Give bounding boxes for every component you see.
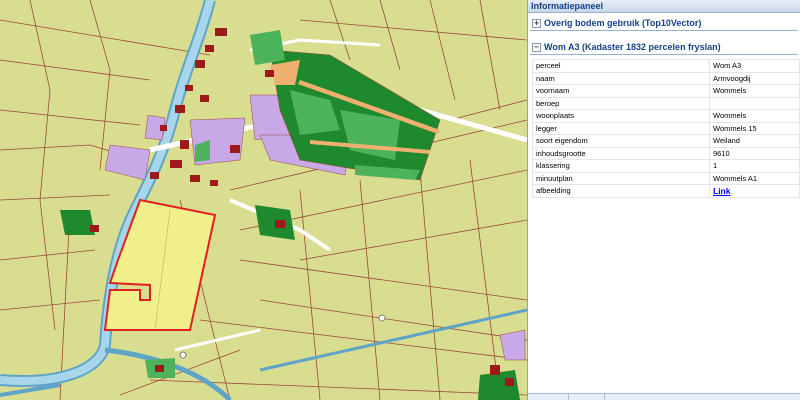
attribute-value (709, 96, 800, 110)
map-view[interactable] (0, 0, 527, 400)
attribute-value: Wommels 15 (709, 121, 800, 135)
attribute-row: minuutplan Wommels A1 (532, 171, 800, 185)
map-marker (179, 351, 187, 359)
attribute-row: naam Armvoogdij (532, 71, 800, 85)
attribute-table: perceel Wom A3 naam Armvoogdij voornaam Womme… (532, 59, 800, 198)
attribute-key: klassering (532, 159, 710, 173)
attribute-row: soort eigendom Weiland (532, 134, 800, 148)
attribute-row: inhoudsgrootte 9610 (532, 146, 800, 160)
info-panel: Informatiepaneel + Overig bodem gebruik … (527, 0, 800, 400)
attribute-value: Wommels (709, 84, 800, 98)
plus-icon[interactable]: + (532, 18, 541, 28)
attribute-value: Armvoogdij (709, 71, 800, 85)
attribute-row: legger Wommels 15 (532, 121, 800, 135)
map-canvas[interactable] (0, 0, 527, 400)
attribute-key: voornaam (532, 84, 710, 98)
attribute-key: beroep (532, 96, 710, 110)
section-kadaster[interactable]: − Wom A3 (Kadaster 1832 percelen fryslan… (530, 40, 800, 198)
section-top10vector[interactable]: + Overig bodem gebruik (Top10Vector) (530, 16, 798, 37)
bottom-tab[interactable] (604, 394, 639, 400)
attribute-value: 9610 (709, 146, 800, 160)
attribute-row: klassering 1 (532, 159, 800, 173)
attribute-row: woonplaats Wommels (532, 109, 800, 123)
attribute-row: afbeelding Link (532, 184, 800, 198)
attribute-value: Wommels A1 (709, 171, 800, 185)
attribute-value: Link (709, 184, 800, 198)
attribute-key: naam (532, 71, 710, 85)
bottom-tab[interactable] (568, 394, 603, 400)
map-marker (378, 314, 386, 322)
section-label: Wom A3 (Kadaster 1832 percelen fryslan) (544, 42, 721, 52)
section-label: Overig bodem gebruik (Top10Vector) (544, 18, 702, 28)
attribute-key: perceel (532, 59, 710, 73)
attribute-key: afbeelding (532, 184, 710, 198)
minus-icon[interactable]: − (532, 42, 541, 52)
attribute-value: Wommels (709, 109, 800, 123)
panel-title: Informatiepaneel (528, 0, 800, 13)
image-link[interactable]: Link (713, 186, 730, 196)
attribute-row: voornaam Wommels (532, 84, 800, 98)
attribute-key: woonplaats (532, 109, 710, 123)
attribute-key: inhoudsgrootte (532, 146, 710, 160)
attribute-value: 1 (709, 159, 800, 173)
panel-bottom-bar (528, 393, 800, 400)
attribute-value: Wom A3 (709, 59, 800, 73)
attribute-key: legger (532, 121, 710, 135)
attribute-value: Weiland (709, 134, 800, 148)
attribute-row: beroep (532, 96, 800, 110)
attribute-key: soort eigendom (532, 134, 710, 148)
attribute-row: perceel Wom A3 (532, 59, 800, 73)
attribute-key: minuutplan (532, 171, 710, 185)
